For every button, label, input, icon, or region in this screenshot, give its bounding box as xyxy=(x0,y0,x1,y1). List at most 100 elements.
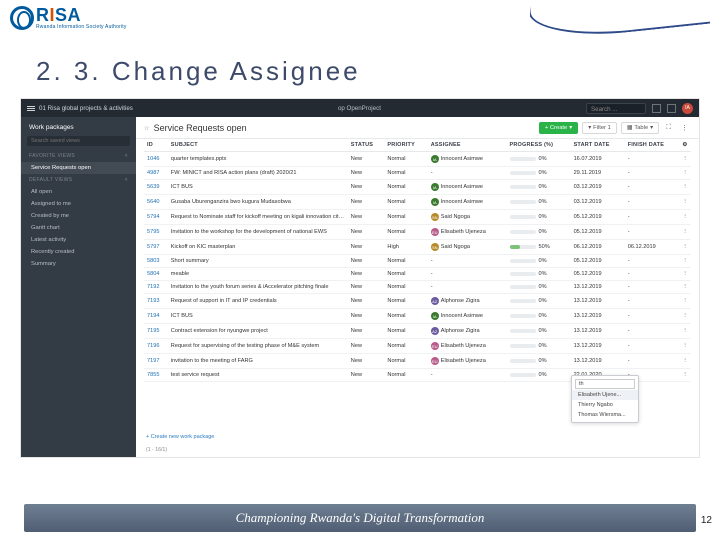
dropdown-option[interactable]: Thierry Ngabo xyxy=(572,400,638,410)
cell-finish[interactable]: 06.12.2019 xyxy=(625,240,680,255)
cell-status[interactable]: New xyxy=(348,268,385,281)
cell-status[interactable]: New xyxy=(348,210,385,225)
cell-start[interactable]: 13.12.2019 xyxy=(571,354,625,369)
cell-progress[interactable]: 0% xyxy=(507,281,571,294)
cell-status[interactable]: New xyxy=(348,281,385,294)
cell-progress[interactable]: 50% xyxy=(507,240,571,255)
filter-button[interactable]: ▾ Filter 1 xyxy=(582,122,617,134)
cell-finish[interactable]: - xyxy=(625,167,680,180)
cell-id[interactable]: 5639 xyxy=(144,180,168,195)
cell-row-menu[interactable]: ⋮ xyxy=(679,281,691,294)
cell-assignee[interactable]: SNSaid Ngoga xyxy=(428,240,507,255)
cell-subject[interactable]: ICT BUS xyxy=(168,309,348,324)
cell-id[interactable]: 7193 xyxy=(144,294,168,309)
cell-priority[interactable]: Normal xyxy=(384,180,427,195)
cell-status[interactable]: New xyxy=(348,180,385,195)
cell-assignee[interactable]: IAInnocent Asimwe xyxy=(428,195,507,210)
cell-id[interactable]: 7196 xyxy=(144,339,168,354)
cell-priority[interactable]: Normal xyxy=(384,339,427,354)
cell-subject[interactable]: Short summary xyxy=(168,255,348,268)
cell-progress[interactable]: 0% xyxy=(507,309,571,324)
table-row[interactable]: 7197 invitation to the meeting of FARG N… xyxy=(144,354,691,369)
cell-row-menu[interactable]: ⋮ xyxy=(679,369,691,382)
cell-finish[interactable]: - xyxy=(625,309,680,324)
cell-progress[interactable]: 0% xyxy=(507,369,571,382)
col-subject[interactable]: SUBJECT xyxy=(168,139,348,152)
cell-finish[interactable]: - xyxy=(625,225,680,240)
col-id[interactable]: ID xyxy=(144,139,168,152)
table-row[interactable]: 7196 Request for supervising of the test… xyxy=(144,339,691,354)
cell-priority[interactable]: Normal xyxy=(384,152,427,167)
cell-assignee[interactable]: - xyxy=(428,167,507,180)
cell-id[interactable]: 5640 xyxy=(144,195,168,210)
cell-priority[interactable]: Normal xyxy=(384,294,427,309)
cell-priority[interactable]: Normal xyxy=(384,268,427,281)
cell-progress[interactable]: 0% xyxy=(507,354,571,369)
cell-assignee[interactable]: - xyxy=(428,369,507,382)
cell-id[interactable]: 7197 xyxy=(144,354,168,369)
cell-start[interactable]: 05.12.2019 xyxy=(571,210,625,225)
cell-progress[interactable]: 0% xyxy=(507,225,571,240)
col-gear[interactable]: ⚙ xyxy=(679,139,691,152)
cell-row-menu[interactable]: ⋮ xyxy=(679,354,691,369)
cell-status[interactable]: New xyxy=(348,255,385,268)
col-status[interactable]: STATUS xyxy=(348,139,385,152)
cell-priority[interactable]: Normal xyxy=(384,309,427,324)
module-label[interactable]: Work packages xyxy=(21,121,136,134)
cell-id[interactable]: 5803 xyxy=(144,255,168,268)
cell-subject[interactable]: Request to Nominate staff for kickoff me… xyxy=(168,210,348,225)
cell-subject[interactable]: Request of support in IT and IP credenti… xyxy=(168,294,348,309)
cell-priority[interactable]: Normal xyxy=(384,281,427,294)
cell-row-menu[interactable]: ⋮ xyxy=(679,167,691,180)
fullscreen-icon[interactable]: ⛶ xyxy=(663,124,674,132)
col-progress[interactable]: PROGRESS (%) xyxy=(507,139,571,152)
cell-status[interactable]: New xyxy=(348,195,385,210)
cell-assignee[interactable]: EUElisabeth Ujeneza xyxy=(428,225,507,240)
cell-finish[interactable]: - xyxy=(625,281,680,294)
sidebar-item-latest[interactable]: Latest activity xyxy=(21,234,136,246)
cell-row-menu[interactable]: ⋮ xyxy=(679,255,691,268)
cell-id[interactable]: 5794 xyxy=(144,210,168,225)
cell-start[interactable]: 29.11.2019 xyxy=(571,167,625,180)
cell-row-menu[interactable]: ⋮ xyxy=(679,294,691,309)
table-row[interactable]: 1046 quarter templates.pptx New Normal I… xyxy=(144,152,691,167)
cell-assignee[interactable]: IAInnocent Asimwe xyxy=(428,152,507,167)
cell-priority[interactable]: Normal xyxy=(384,225,427,240)
cell-row-menu[interactable]: ⋮ xyxy=(679,240,691,255)
cell-start[interactable]: 13.12.2019 xyxy=(571,339,625,354)
cell-finish[interactable]: - xyxy=(625,195,680,210)
cell-id[interactable]: 1046 xyxy=(144,152,168,167)
table-row[interactable]: 5803 Short summary New Normal - 0% 05.12… xyxy=(144,255,691,268)
create-wp-link[interactable]: + Create new work package xyxy=(146,434,214,440)
cell-progress[interactable]: 0% xyxy=(507,339,571,354)
sidebar-item-all-open[interactable]: All open xyxy=(21,186,136,198)
cell-assignee[interactable]: IAInnocent Asimwe xyxy=(428,180,507,195)
sidebar-item-created[interactable]: Created by me xyxy=(21,210,136,222)
cell-start[interactable]: 05.12.2019 xyxy=(571,268,625,281)
view-toggle-button[interactable]: ▦ Table ▾ xyxy=(621,122,659,134)
cell-subject[interactable]: Invitation to the workshop for the devel… xyxy=(168,225,348,240)
cell-subject[interactable]: meable xyxy=(168,268,348,281)
cell-id[interactable]: 4987 xyxy=(144,167,168,180)
cell-assignee[interactable]: IAInnocent Asimwe xyxy=(428,309,507,324)
table-row[interactable]: 5640 Gusaba Uburenganzira bwo kugura Mud… xyxy=(144,195,691,210)
cell-assignee[interactable]: AZAlphonse Zigira xyxy=(428,294,507,309)
col-start[interactable]: START DATE xyxy=(571,139,625,152)
cell-start[interactable]: 05.12.2019 xyxy=(571,255,625,268)
table-row[interactable]: 5639 ICT BUS New Normal IAInnocent Asimw… xyxy=(144,180,691,195)
cell-progress[interactable]: 0% xyxy=(507,255,571,268)
cell-start[interactable]: 13.12.2019 xyxy=(571,309,625,324)
cell-finish[interactable]: - xyxy=(625,210,680,225)
cell-id[interactable]: 7195 xyxy=(144,324,168,339)
cell-subject[interactable]: FW: MINICT and RISA action plans (draft)… xyxy=(168,167,348,180)
cell-finish[interactable]: - xyxy=(625,255,680,268)
cell-progress[interactable]: 0% xyxy=(507,324,571,339)
cell-finish[interactable]: - xyxy=(625,354,680,369)
cell-status[interactable]: New xyxy=(348,240,385,255)
cell-start[interactable]: 13.12.2019 xyxy=(571,324,625,339)
cell-finish[interactable]: - xyxy=(625,180,680,195)
table-row[interactable]: 5804 meable New Normal - 0% 05.12.2019 -… xyxy=(144,268,691,281)
table-row[interactable]: 7194 ICT BUS New Normal IAInnocent Asimw… xyxy=(144,309,691,324)
hamburger-icon[interactable] xyxy=(27,105,35,112)
cell-subject[interactable]: test service request xyxy=(168,369,348,382)
